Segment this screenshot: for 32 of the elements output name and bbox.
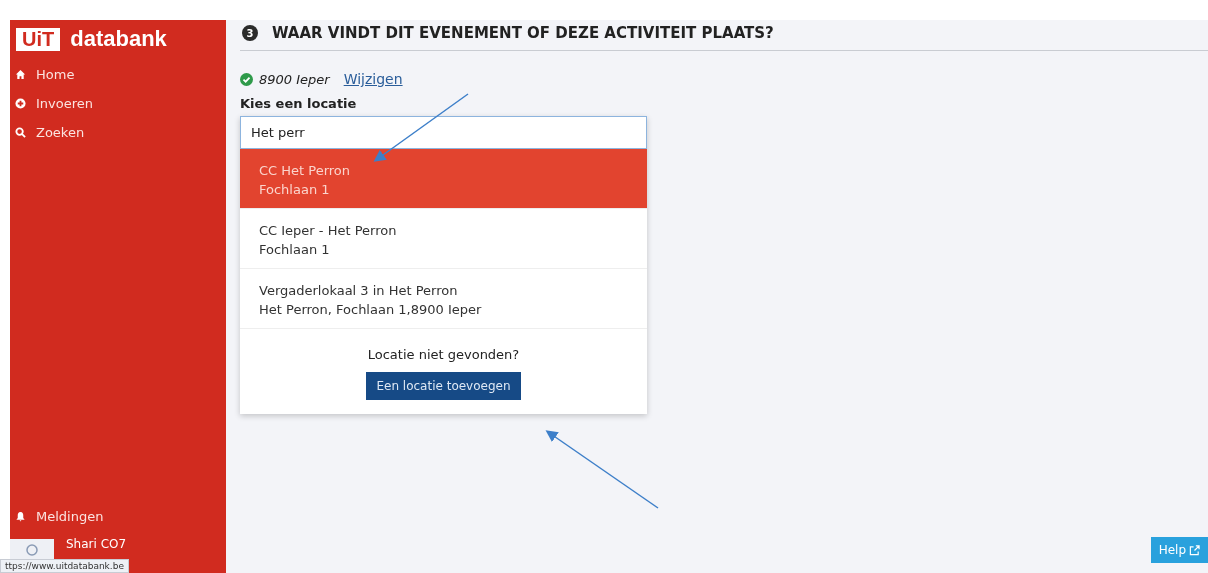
help-button[interactable]: Help — [1150, 537, 1208, 563]
suggestion-name: Vergaderlokaal 3 in Het Perron — [259, 282, 459, 298]
user-name: Shari CO7 — [66, 537, 127, 551]
suggestion-name: CC Het Perron — [259, 162, 352, 178]
suggestion-item[interactable]: CC Ieper - Het Perron Fochlaan 1 — [240, 209, 647, 269]
location-input[interactable]: Het perr — [240, 116, 647, 149]
nav-item[interactable]: Home — [10, 60, 80, 89]
change-link[interactable]: Wijzigen — [343, 71, 403, 87]
nav-item[interactable]: Invoeren — [10, 89, 98, 118]
not-found-text: Locatie niet gevonden? — [367, 347, 520, 362]
city-name: 8900 Ieper — [259, 71, 330, 87]
logo-text: databank — [70, 26, 167, 52]
suggestion-item[interactable]: Vergaderlokaal 3 in Het Perron Het Perron, Fochlaan 1,8900 Ieper — [240, 269, 647, 329]
search-icon — [15, 127, 26, 138]
status-url: ttps://www.uitdatabank.be — [0, 559, 129, 573]
notifications-item[interactable]: Meldingen — [10, 502, 109, 531]
logo-badge: UiT — [16, 27, 61, 51]
add-location-button[interactable]: Een locatie toevoegen — [366, 372, 521, 400]
suggestion-item[interactable]: CC Het Perron Fochlaan 1 — [240, 149, 647, 209]
check-icon — [240, 72, 253, 86]
field-label: Kies een locatie — [240, 96, 358, 111]
home-icon — [15, 69, 26, 80]
add-icon — [15, 98, 26, 109]
nav-item[interactable]: Zoeken — [10, 118, 90, 147]
suggestion-address: Het Perron, Fochlaan 1,8900 Ieper — [259, 301, 483, 317]
bell-icon — [15, 511, 26, 522]
external-link-icon — [1189, 544, 1200, 556]
step-number: 3 — [242, 25, 258, 41]
suggestion-name: CC Ieper - Het Perron — [259, 222, 398, 238]
section-title: WAAR VINDT DIT EVENEMENT OF DEZE ACTIVITEIT PLAATS? — [272, 24, 774, 42]
suggestion-address: Fochlaan 1 — [259, 181, 331, 197]
suggestion-address: Fochlaan 1 — [259, 241, 331, 257]
